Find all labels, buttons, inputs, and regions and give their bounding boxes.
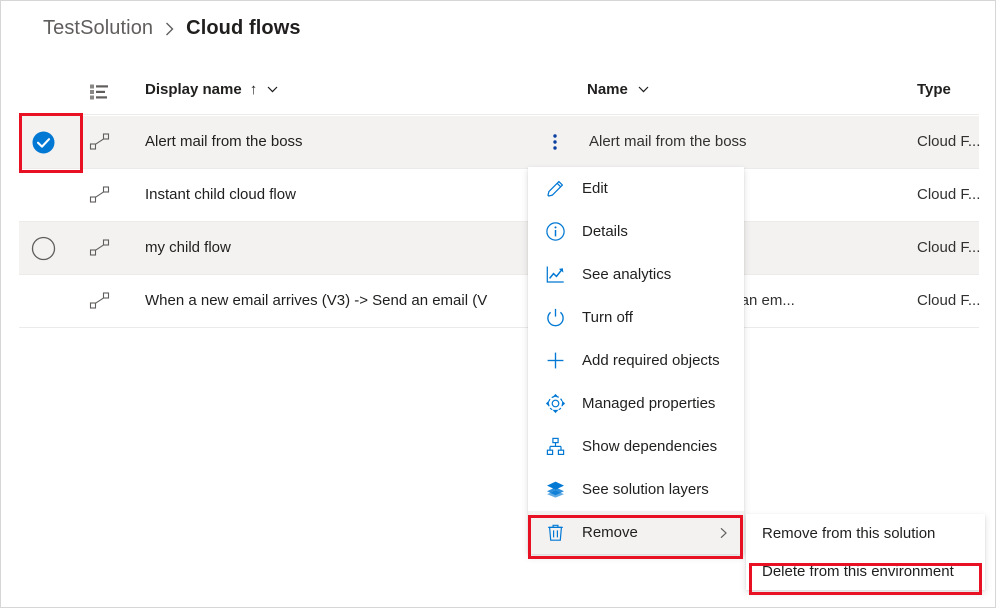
submenu-item-delete-from-environment[interactable]: Delete from this environment [746,552,985,590]
hierarchy-icon [544,436,566,458]
menu-item-label: Remove [582,525,638,540]
breadcrumb-current: Cloud flows [186,17,300,40]
list-view-icon[interactable] [87,80,111,104]
cloud-flow-icon [89,132,111,152]
table-row[interactable]: When a new email arrives (V3) -> Send an… [19,275,979,328]
sort-ascending-icon: ↑ [250,81,258,98]
row-checkbox[interactable] [31,236,56,261]
menu-item-label: Edit [582,181,608,196]
row-checkbox[interactable] [31,130,56,155]
trash-icon [544,522,566,544]
menu-item-label: Show dependencies [582,439,717,454]
remove-submenu: Remove from this solution Delete from th… [746,514,985,590]
breadcrumb-separator-icon [164,21,175,37]
menu-item-label: Details [582,224,628,239]
menu-item-label: Managed properties [582,396,715,411]
menu-item-label: Turn off [582,310,633,325]
context-menu: Edit Details See analytics [528,167,744,554]
column-header-type[interactable]: Type [917,81,951,98]
plus-icon [544,350,566,372]
cloud-flows-page: TestSolution Cloud flows Display name ↑ [0,0,996,608]
cell-display-name: Instant child cloud flow [145,186,296,203]
menu-item-label: See analytics [582,267,671,282]
pencil-icon [544,178,566,200]
table-row[interactable]: Alert mail from the boss Alert mail from… [19,116,979,169]
cloud-flow-icon [89,185,111,205]
layers-icon [544,479,566,501]
info-circle-icon [544,221,566,243]
menu-item-remove[interactable]: Remove [528,511,744,554]
menu-item-label: Add required objects [582,353,720,368]
column-header-name[interactable]: Name [587,81,650,98]
breadcrumb-parent[interactable]: TestSolution [43,17,153,40]
menu-item-edit[interactable]: Edit [528,167,744,210]
cell-display-name: When a new email arrives (V3) -> Send an… [145,292,487,309]
column-header-label: Display name [145,81,242,98]
cell-type: Cloud F... [917,292,980,309]
menu-item-see-analytics[interactable]: See analytics [528,253,744,296]
menu-item-show-dependencies[interactable]: Show dependencies [528,425,744,468]
line-chart-icon [544,264,566,286]
menu-item-details[interactable]: Details [528,210,744,253]
table-header: Display name ↑ Name Type [19,69,979,115]
cell-type: Cloud F... [917,133,980,150]
gear-icon [544,393,566,415]
table-row[interactable]: Instant child cloud flow Cloud F... [19,169,979,222]
cell-type: Cloud F... [917,186,980,203]
chevron-down-icon[interactable] [266,83,279,96]
cell-type: Cloud F... [917,239,980,256]
column-header-display-name[interactable]: Display name ↑ [145,81,279,98]
menu-item-turn-off[interactable]: Turn off [528,296,744,339]
menu-item-label: See solution layers [582,482,709,497]
menu-item-see-solution-layers[interactable]: See solution layers [528,468,744,511]
column-header-label: Type [917,81,951,98]
power-icon [544,307,566,329]
cell-name: Alert mail from the boss [589,133,747,150]
submenu-item-remove-from-solution[interactable]: Remove from this solution [746,514,985,552]
cloud-flow-icon [89,238,111,258]
cloud-flow-icon [89,291,111,311]
table-row[interactable]: my child flow Cloud F... [19,222,979,275]
breadcrumb: TestSolution Cloud flows [43,11,301,45]
cell-display-name: Alert mail from the boss [145,133,303,150]
row-divider [19,327,979,328]
submenu-item-label: Delete from this environment [762,563,954,580]
chevron-right-icon [717,526,730,539]
row-more-options-icon[interactable] [543,130,567,154]
menu-item-add-required-objects[interactable]: Add required objects [528,339,744,382]
menu-item-managed-properties[interactable]: Managed properties [528,382,744,425]
chevron-down-icon[interactable] [637,83,650,96]
column-header-label: Name [587,81,628,98]
submenu-item-label: Remove from this solution [762,525,935,542]
cell-display-name: my child flow [145,239,231,256]
